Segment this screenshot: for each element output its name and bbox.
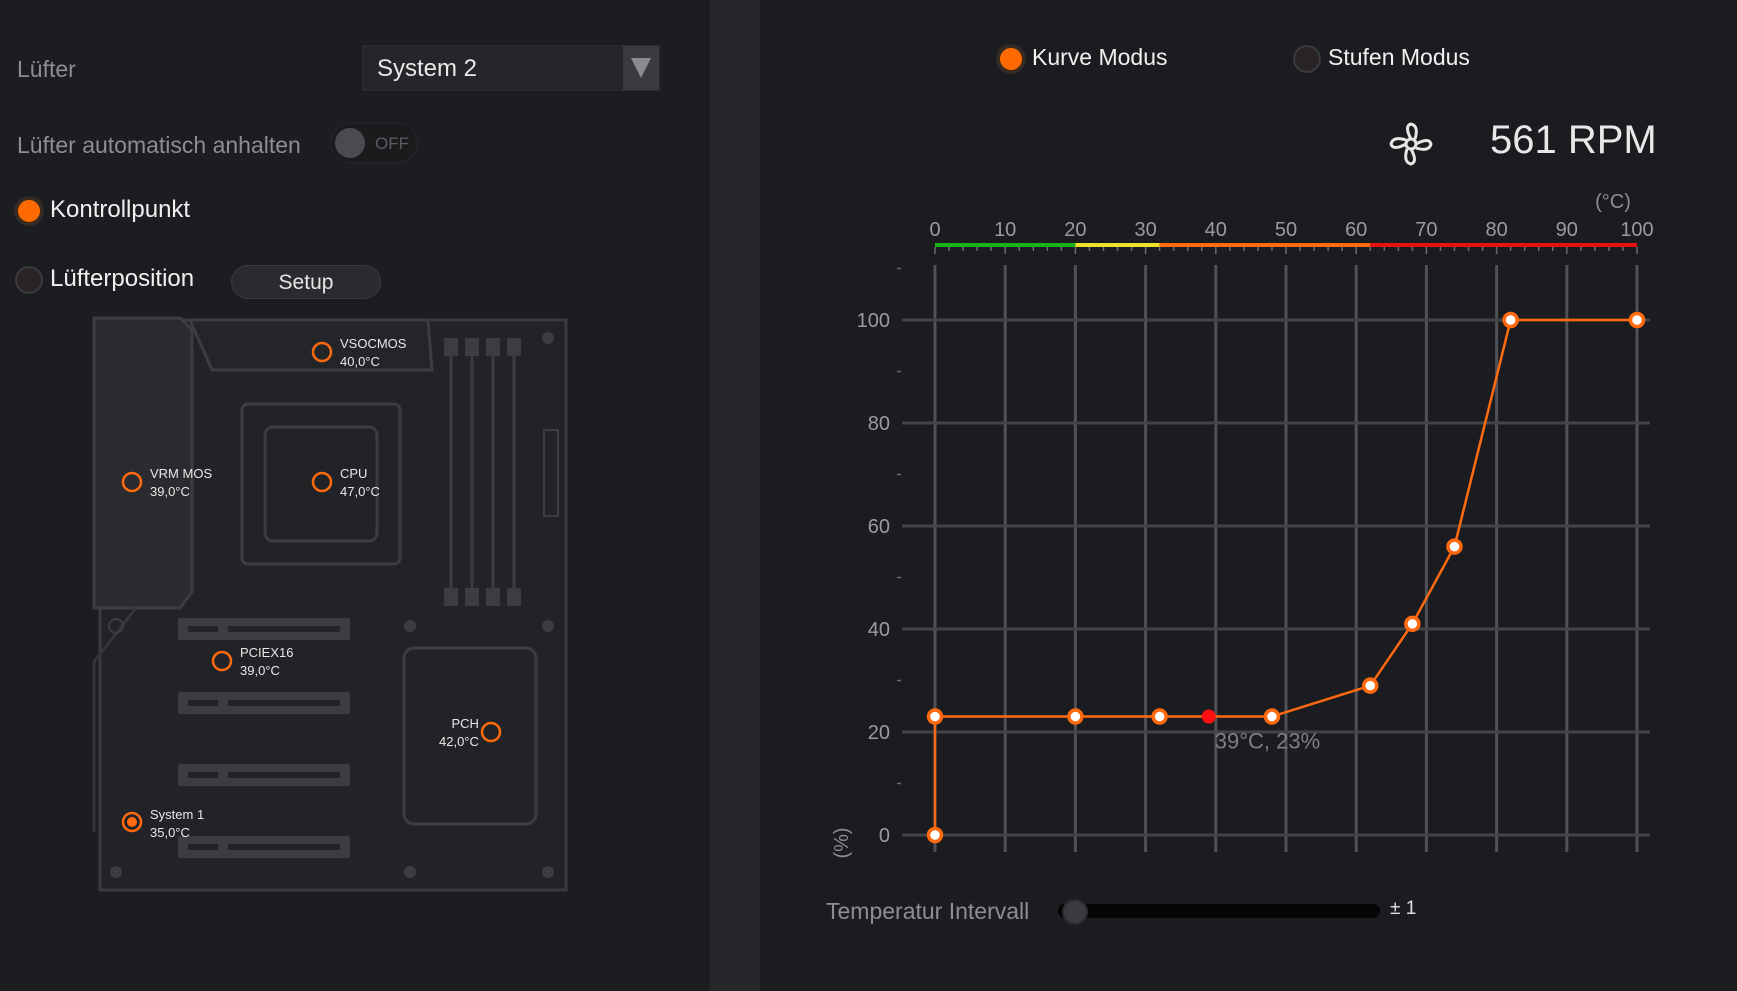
sensor-temp: 39,0°C xyxy=(150,484,190,499)
sensor-vrm-mos[interactable]: VRM MOS 39,0°C xyxy=(150,465,212,501)
panel-divider xyxy=(710,0,760,991)
sensor-temp: 39,0°C xyxy=(240,663,280,678)
x-tick-label: 40 xyxy=(1205,219,1227,241)
interval-slider-knob[interactable] xyxy=(1062,899,1088,925)
x-tick-label: 60 xyxy=(1345,219,1367,241)
sensor-marker-vrm xyxy=(121,471,143,493)
sensor-marker-vsocmos xyxy=(311,341,333,363)
curve-control-point[interactable] xyxy=(926,708,944,725)
interval-label: Temperatur Intervall xyxy=(826,898,1030,924)
sensor-name: PCIEX16 xyxy=(240,645,294,660)
curve-control-point[interactable] xyxy=(1067,708,1084,725)
sensor-system1[interactable]: System 1 35,0°C xyxy=(150,806,204,842)
sensor-cpu[interactable]: CPU 47,0°C xyxy=(340,465,380,501)
y-tick-label: 20 xyxy=(868,722,890,744)
x-tick-label: 20 xyxy=(1064,219,1086,241)
x-tick-label: 80 xyxy=(1485,219,1507,241)
sensor-marker-cpu xyxy=(311,471,333,493)
sensor-vsocmos[interactable]: VSOCMOS 40,0°C xyxy=(340,335,406,371)
sensor-temp: 42,0°C xyxy=(439,734,479,749)
steps-mode-label: Stufen Modus xyxy=(1328,44,1470,70)
fan-icon xyxy=(1389,122,1433,166)
curve-control-point[interactable] xyxy=(1446,538,1463,555)
curve-control-point[interactable] xyxy=(926,826,944,844)
sensor-temp: 35,0°C xyxy=(150,825,190,840)
interval-slider[interactable] xyxy=(1058,904,1380,918)
y-tick-label: 0 xyxy=(879,825,890,847)
y-tick-label: 80 xyxy=(868,413,890,435)
curve-mode-label: Kurve Modus xyxy=(1032,44,1168,70)
x-tick-label: 0 xyxy=(929,219,940,241)
curve-control-point[interactable] xyxy=(1361,677,1379,694)
sensor-temp: 47,0°C xyxy=(340,484,380,499)
sensor-name: System 1 xyxy=(150,807,205,822)
x-tick-label: 90 xyxy=(1556,219,1578,241)
x-tick-label: 100 xyxy=(1620,219,1653,241)
temp-scale-segment xyxy=(1075,243,1160,247)
interval-value: ± 1 xyxy=(1390,898,1417,919)
rpm-readout: 561 RPM xyxy=(1490,118,1657,162)
sensor-marker-pciex16 xyxy=(211,650,233,672)
current-temp-label: 39°C, 23% xyxy=(1215,729,1320,754)
temp-scale-segment xyxy=(1370,243,1637,247)
sensor-pch[interactable]: PCH 42,0°C xyxy=(439,715,479,751)
sensor-name: VSOCMOS xyxy=(340,336,407,351)
x-unit-label: (°C) xyxy=(1595,191,1631,213)
sensor-name: PCH xyxy=(451,716,479,731)
x-tick-label: 70 xyxy=(1415,219,1437,241)
y-unit-label: (%) xyxy=(831,827,853,858)
temp-scale-segment xyxy=(1159,243,1371,247)
curve-control-point[interactable] xyxy=(1151,708,1168,725)
temp-scale-segment xyxy=(935,243,1076,247)
sensor-name: VRM MOS xyxy=(150,466,213,481)
x-tick-label: 30 xyxy=(1134,219,1156,241)
y-tick-label: 60 xyxy=(868,516,890,538)
curve-mode-radio[interactable] xyxy=(997,45,1025,73)
y-tick-label: 40 xyxy=(868,619,890,641)
curve-control-point[interactable] xyxy=(1263,708,1281,725)
x-tick-label: 10 xyxy=(994,219,1016,241)
y-tick-label: 100 xyxy=(857,310,890,332)
curve-control-point[interactable] xyxy=(1502,311,1519,329)
curve-control-point[interactable] xyxy=(1404,615,1421,633)
current-temp-marker xyxy=(1201,709,1216,724)
x-tick-label: 50 xyxy=(1275,219,1297,241)
fan-curve-chart[interactable]: 0 10 20 30 40 50 60 70 80 90 100 0 20 40 60 80 100 (°C) (%… xyxy=(760,180,1660,880)
sensor-temp: 40,0°C xyxy=(340,354,380,369)
steps-mode-radio[interactable] xyxy=(1293,45,1321,73)
sensor-pciex16[interactable]: PCIEX16 39,0°C xyxy=(240,644,293,680)
sensor-name: CPU xyxy=(340,466,368,481)
sensor-marker-pch xyxy=(480,721,502,743)
curve-control-point[interactable] xyxy=(1628,311,1646,329)
